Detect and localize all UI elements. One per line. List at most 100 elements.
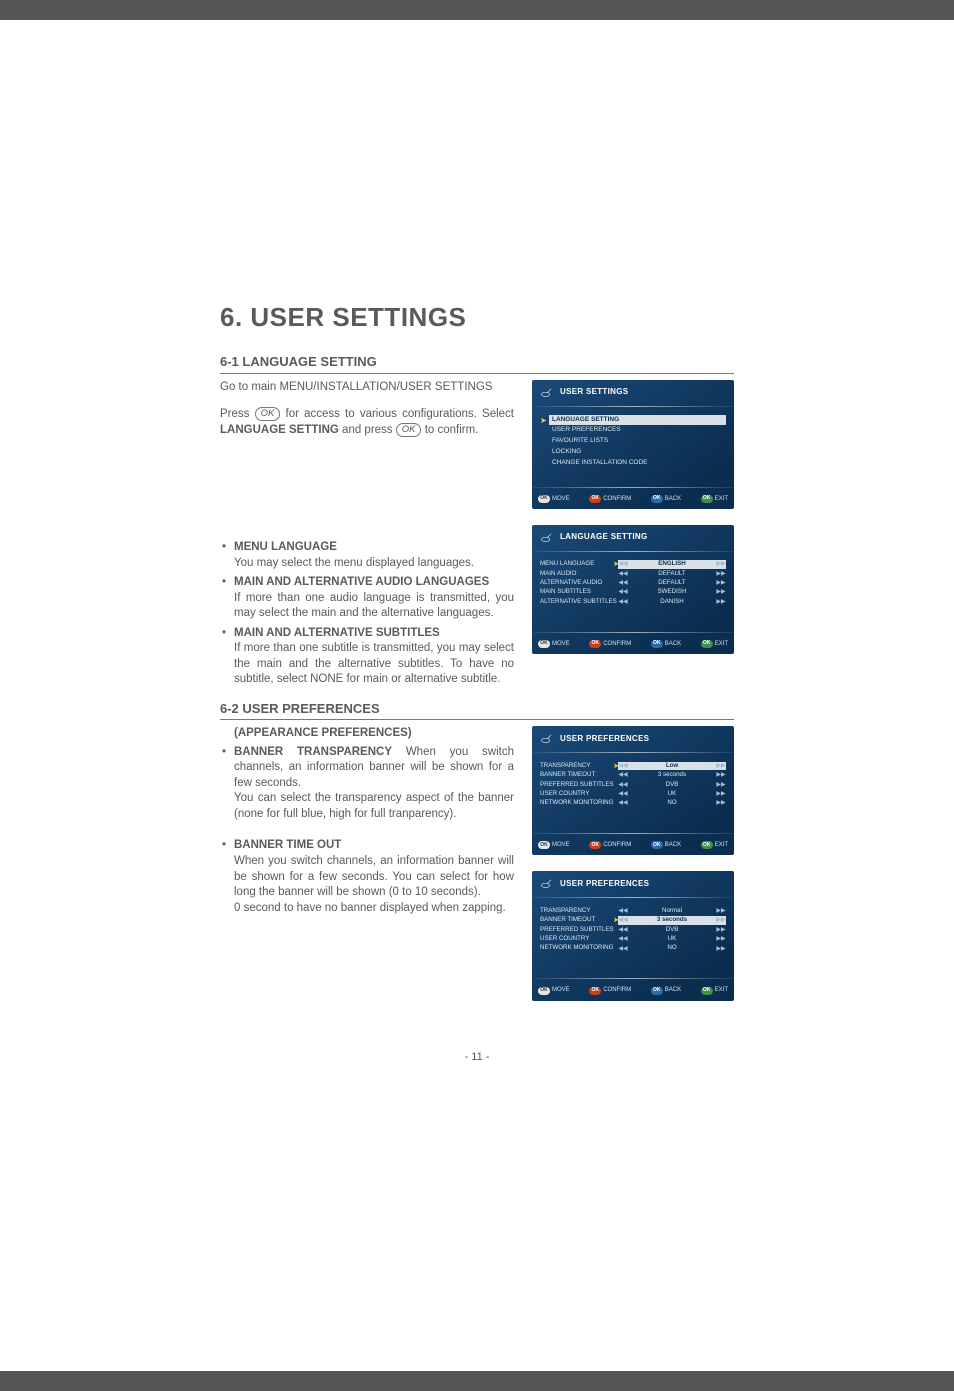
- osd-value-box: ◀◀DVB▶▶: [618, 926, 726, 934]
- triangle-right-icon[interactable]: ▶▶: [716, 790, 726, 798]
- osd-value-box: ◀◀NO▶▶: [618, 799, 726, 807]
- appearance-subhead: (APPEARANCE PREFERENCES): [220, 726, 514, 742]
- osd-setting-row[interactable]: ALTERNATIVE AUDIO◀◀DEFAULT▶▶: [540, 578, 726, 587]
- triangle-right-icon[interactable]: ▶▶: [716, 588, 726, 596]
- triangle-left-icon[interactable]: ◀◀: [618, 935, 628, 943]
- osd-setting-label: ALTERNATIVE SUBTITLES: [540, 598, 618, 606]
- osd-menu-list: ➤ LANGUAGE SETTING USER PREFERENCES FAVO…: [540, 415, 726, 469]
- section-6-2-right: USER PREFERENCES TRANSPARENCY➤◀◀Low▶▶BAN…: [532, 726, 734, 1016]
- bullet-head: MENU LANGUAGE: [234, 541, 337, 553]
- triangle-left-icon[interactable]: ◀◀: [618, 790, 628, 798]
- cursor-icon: ➤: [613, 560, 619, 569]
- ok-icon: OK: [651, 987, 663, 995]
- bullet-body: 0 second to have no banner displayed whe…: [234, 902, 506, 914]
- section-6-1-heading: 6-1 LANGUAGE SETTING: [220, 353, 734, 374]
- triangle-left-icon[interactable]: ◀◀: [618, 762, 628, 770]
- foot-back: OKBACK: [651, 841, 681, 849]
- foot-label: EXIT: [715, 495, 728, 503]
- osd-menu-item[interactable]: CHANGE INSTALLATION CODE: [549, 458, 726, 469]
- bullets-6-1: MENU LANGUAGE You may select the menu di…: [220, 540, 514, 688]
- osd-setting-value: SWEDISH: [628, 588, 716, 596]
- triangle-right-icon[interactable]: ▶▶: [716, 926, 726, 934]
- osd-title: USER PREFERENCES: [560, 734, 649, 745]
- bullet-audio-languages: MAIN AND ALTERNATIVE AUDIO LANGUAGES If …: [234, 575, 514, 622]
- osd-setting-row[interactable]: ALTERNATIVE SUBTITLES◀◀DANISH▶▶: [540, 597, 726, 606]
- osd-setting-label: PREFERRED SUBTITLES: [540, 781, 618, 789]
- ok-icon: OK: [701, 987, 713, 995]
- bullets-6-2b: BANNER TIME OUT When you switch channels…: [220, 838, 514, 916]
- triangle-right-icon[interactable]: ▶▶: [716, 907, 726, 915]
- triangle-right-icon[interactable]: ▶▶: [716, 598, 726, 606]
- cursor-icon: ➤: [613, 762, 619, 771]
- triangle-right-icon[interactable]: ▶▶: [716, 916, 726, 924]
- osd-body: MENU LANGUAGE➤◀◀ENGLISH▶▶MAIN AUDIO◀◀DEF…: [532, 556, 734, 630]
- triangle-right-icon[interactable]: ▶▶: [716, 781, 726, 789]
- triangle-right-icon[interactable]: ▶▶: [716, 579, 726, 587]
- osd-body: TRANSPARENCY◀◀Normal▶▶BANNER TIMEOUT➤◀◀3…: [532, 902, 734, 976]
- triangle-left-icon[interactable]: ◀◀: [618, 579, 628, 587]
- triangle-left-icon[interactable]: ◀◀: [618, 781, 628, 789]
- osd-setting-row[interactable]: PREFERRED SUBTITLES◀◀DVB▶▶: [540, 925, 726, 934]
- osd-menu-item[interactable]: LOCKING: [549, 447, 726, 458]
- triangle-left-icon[interactable]: ◀◀: [618, 570, 628, 578]
- triangle-right-icon[interactable]: ▶▶: [716, 799, 726, 807]
- osd-setting-row[interactable]: TRANSPARENCY➤◀◀Low▶▶: [540, 761, 726, 770]
- foot-label: BACK: [665, 986, 681, 994]
- osd-setting-row[interactable]: BANNER TIMEOUT◀◀3 seconds▶▶: [540, 771, 726, 780]
- osd-setting-value: NO: [628, 799, 716, 807]
- osd-setting-label: USER COUNTRY: [540, 935, 618, 943]
- osd-menu-item[interactable]: FAVOURITE LISTS: [549, 436, 726, 447]
- foot-confirm: OKCONFIRM: [589, 640, 631, 648]
- ok-button-icon: OK: [396, 423, 422, 437]
- osd-setting-row[interactable]: NETWORK MONITORING◀◀NO▶▶: [540, 799, 726, 808]
- osd-user-settings: USER SETTINGS ➤ LANGUAGE SETTING USER PR…: [532, 380, 734, 509]
- triangle-left-icon[interactable]: ◀◀: [618, 598, 628, 606]
- osd-setting-row[interactable]: PREFERRED SUBTITLES◀◀DVB▶▶: [540, 780, 726, 789]
- triangle-right-icon[interactable]: ▶▶: [716, 560, 726, 568]
- foot-back: OKBACK: [651, 495, 681, 503]
- satellite-icon: [540, 531, 554, 545]
- ok-button-icon: OK: [255, 407, 281, 421]
- osd-setting-row[interactable]: USER COUNTRY◀◀UK▶▶: [540, 935, 726, 944]
- ok-icon: OK: [538, 495, 550, 503]
- triangle-left-icon[interactable]: ◀◀: [618, 560, 628, 568]
- bullet-body: If more than one subtitle is transmitted…: [234, 642, 514, 685]
- triangle-left-icon[interactable]: ◀◀: [618, 588, 628, 596]
- osd-setting-row[interactable]: MAIN SUBTITLES◀◀SWEDISH▶▶: [540, 588, 726, 597]
- osd-setting-row[interactable]: BANNER TIMEOUT➤◀◀3 seconds▶▶: [540, 916, 726, 925]
- osd-setting-label: TRANSPARENCY: [540, 907, 618, 915]
- osd-divider: [532, 487, 734, 488]
- triangle-left-icon[interactable]: ◀◀: [618, 916, 628, 924]
- osd-menu-item[interactable]: LANGUAGE SETTING: [549, 415, 726, 426]
- osd-setting-value: DVB: [628, 781, 716, 789]
- osd-language-setting: LANGUAGE SETTING MENU LANGUAGE➤◀◀ENGLISH…: [532, 525, 734, 654]
- triangle-left-icon[interactable]: ◀◀: [618, 907, 628, 915]
- bullet-banner-timeout: BANNER TIME OUT When you switch channels…: [234, 838, 514, 916]
- triangle-left-icon[interactable]: ◀◀: [618, 945, 628, 953]
- triangle-left-icon[interactable]: ◀◀: [618, 799, 628, 807]
- osd-setting-row[interactable]: MENU LANGUAGE➤◀◀ENGLISH▶▶: [540, 560, 726, 569]
- foot-label: EXIT: [715, 986, 728, 994]
- osd-setting-row[interactable]: USER COUNTRY◀◀UK▶▶: [540, 789, 726, 798]
- foot-label: CONFIRM: [603, 986, 631, 994]
- osd-setting-label: TRANSPARENCY➤: [540, 762, 618, 770]
- osd-setting-row[interactable]: MAIN AUDIO◀◀DEFAULT▶▶: [540, 569, 726, 578]
- triangle-right-icon[interactable]: ▶▶: [716, 771, 726, 779]
- triangle-right-icon[interactable]: ▶▶: [716, 570, 726, 578]
- osd-value-box: ◀◀ENGLISH▶▶: [618, 560, 726, 568]
- osd-divider: [532, 833, 734, 834]
- triangle-right-icon[interactable]: ▶▶: [716, 945, 726, 953]
- osd-setting-row[interactable]: NETWORK MONITORING◀◀NO▶▶: [540, 944, 726, 953]
- osd-setting-value: 3 seconds: [628, 771, 716, 779]
- triangle-right-icon[interactable]: ▶▶: [716, 935, 726, 943]
- triangle-right-icon[interactable]: ▶▶: [716, 762, 726, 770]
- triangle-left-icon[interactable]: ◀◀: [618, 771, 628, 779]
- osd-setting-row[interactable]: TRANSPARENCY◀◀Normal▶▶: [540, 906, 726, 915]
- osd-setting-label: PREFERRED SUBTITLES: [540, 926, 618, 934]
- osd-setting-label: MAIN AUDIO: [540, 570, 618, 578]
- osd-menu-item[interactable]: USER PREFERENCES: [549, 425, 726, 436]
- osd-menu-row: ➤ LANGUAGE SETTING: [549, 415, 726, 426]
- language-setting-bold: LANGUAGE SETTING: [220, 424, 339, 436]
- osd-value-box: ◀◀DVB▶▶: [618, 781, 726, 789]
- triangle-left-icon[interactable]: ◀◀: [618, 926, 628, 934]
